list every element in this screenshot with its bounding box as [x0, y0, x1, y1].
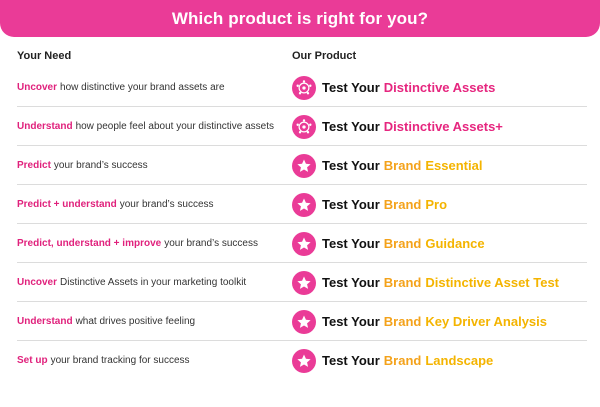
star-icon — [292, 192, 316, 217]
column-header-need: Your Need — [17, 50, 72, 62]
product-prefix: Test Your — [322, 197, 380, 212]
product-brand-word: Brand — [383, 236, 422, 251]
star-icon — [292, 270, 316, 295]
distinctive-assets-icon — [292, 75, 316, 100]
header-banner: Which product is right for you? — [0, 0, 600, 37]
product-name: Key Driver Analysis — [425, 314, 547, 329]
need-cell: Uncover how distinctive your brand assets… — [17, 68, 287, 107]
table-row: Predict + understand your brand’s success… — [17, 185, 587, 224]
product-cell[interactable]: Test Your Brand Key Driver Analysis — [292, 302, 547, 341]
need-cell: Uncover Distinctive Assets in your market… — [17, 263, 287, 302]
product-name: Distinctive Assets — [383, 80, 496, 95]
product-name: Distinctive Asset Test — [425, 275, 560, 290]
product-name: Distinctive Assets+ — [383, 119, 503, 134]
need-description: Distinctive Assets in your marketing too… — [60, 277, 247, 288]
need-cell: Predict, understand + improve your brand’… — [17, 224, 287, 263]
star-icon — [292, 231, 316, 256]
table-row: Uncover Distinctive Assets in your market… — [17, 263, 587, 302]
product-prefix: Test Your — [322, 158, 380, 173]
product-cell[interactable]: Test Your Brand Landscape — [292, 341, 493, 380]
table-row: Understand what drives positive feeling Te… — [17, 302, 587, 341]
need-description: your brand’s success — [164, 238, 258, 249]
star-icon — [292, 309, 316, 334]
product-prefix: Test Your — [322, 80, 380, 95]
table-row: Predict, understand + improve your brand’… — [17, 224, 587, 263]
star-icon — [292, 153, 316, 178]
need-keyword: Understand — [17, 316, 73, 327]
product-cell[interactable]: Test Your Distinctive Assets+ — [292, 107, 503, 146]
star-icon — [292, 348, 316, 373]
product-brand-word: Brand — [383, 158, 422, 173]
product-cell[interactable]: Test Your Brand Guidance — [292, 224, 485, 263]
need-keyword: Understand — [17, 121, 73, 132]
need-description: your brand tracking for success — [50, 355, 190, 366]
need-keyword: Uncover — [17, 82, 58, 93]
product-cell[interactable]: Test Your Brand Essential — [292, 146, 482, 185]
need-cell: Predict + understand your brand’s success — [17, 185, 287, 224]
product-prefix: Test Your — [322, 119, 380, 134]
need-description: your brand’s success — [53, 160, 148, 171]
page-title: Which product is right for you? — [171, 8, 429, 28]
product-prefix: Test Your — [322, 353, 380, 368]
need-cell: Understand what drives positive feeling — [17, 302, 287, 341]
need-keyword: Predict + understand — [17, 199, 117, 210]
product-cell[interactable]: Test Your Distinctive Assets — [292, 68, 495, 107]
need-description: how distinctive your brand assets are — [60, 82, 225, 93]
table-row: Predict your brand’s success Test Your Bran… — [17, 146, 587, 185]
product-table: Uncover how distinctive your brand assets… — [17, 68, 587, 380]
table-row: Uncover how distinctive your brand assets… — [17, 68, 587, 107]
need-cell: Understand how people feel about your dis… — [17, 107, 287, 146]
product-name: Pro — [425, 197, 448, 212]
need-keyword: Uncover — [17, 277, 58, 288]
product-cell[interactable]: Test Your Brand Pro — [292, 185, 447, 224]
need-keyword: Set up — [17, 355, 48, 366]
need-keyword: Predict, understand + improve — [17, 238, 162, 249]
need-cell: Set up your brand tracking for success — [17, 341, 287, 380]
product-name: Essential — [425, 158, 483, 173]
need-description: how people feel about your distinctive a… — [75, 121, 275, 132]
product-brand-word: Brand — [383, 275, 422, 290]
product-brand-word: Brand — [383, 314, 422, 329]
need-description: your brand’s success — [119, 199, 214, 210]
product-prefix: Test Your — [322, 314, 380, 329]
distinctive-assets-icon — [292, 114, 316, 139]
column-header-product: Our Product — [292, 50, 357, 62]
table-row: Understand how people feel about your dis… — [17, 107, 587, 146]
product-cell[interactable]: Test Your Brand Distinctive Asset Test — [292, 263, 559, 302]
need-description: what drives positive feeling — [75, 316, 196, 327]
product-name: Guidance — [425, 236, 485, 251]
product-name: Landscape — [425, 353, 494, 368]
need-cell: Predict your brand’s success — [17, 146, 287, 185]
product-brand-word: Brand — [383, 353, 422, 368]
product-prefix: Test Your — [322, 236, 380, 251]
product-prefix: Test Your — [322, 275, 380, 290]
product-brand-word: Brand — [383, 197, 422, 212]
table-row: Set up your brand tracking for success Tes… — [17, 341, 587, 380]
need-keyword: Predict — [17, 160, 51, 171]
